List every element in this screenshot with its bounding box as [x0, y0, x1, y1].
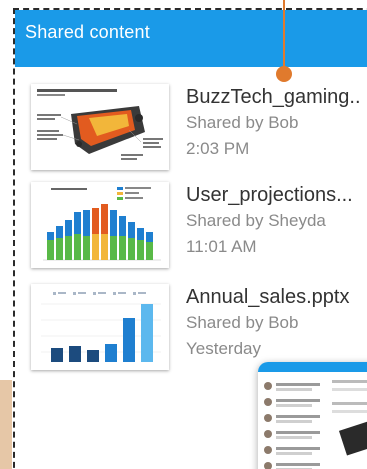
shared-by: Shared by Sheyda	[186, 211, 326, 230]
annual-sales-chart-thumbnail	[31, 284, 169, 370]
callout-dot	[276, 66, 292, 82]
phone-preview-row	[264, 444, 324, 458]
shared-time: 11:01 AM	[186, 237, 257, 256]
file-meta: BuzzTech_gaming.. Shared by Bob 2:03 PM	[186, 82, 367, 162]
file-thumbnail	[31, 284, 169, 370]
shared-time: Yesterday	[186, 339, 261, 358]
file-meta: User_projections... Shared by Sheyda 11:…	[186, 180, 367, 260]
phone-preview-header	[258, 362, 367, 372]
phone-preview-text	[332, 380, 367, 383]
callout-line	[283, 0, 285, 70]
shared-file-item[interactable]: BuzzTech_gaming.. Shared by Bob 2:03 PM	[15, 82, 367, 178]
phone-preview-row	[264, 412, 324, 426]
phone-preview-row	[264, 460, 324, 469]
file-name: User_projections...	[186, 184, 353, 206]
file-name: BuzzTech_gaming..	[186, 86, 361, 108]
file-thumbnail	[31, 182, 169, 268]
file-meta: Annual_sales.pptx Shared by Bob Yesterda…	[186, 282, 367, 362]
phone-preview-image	[258, 362, 367, 469]
file-name: Annual_sales.pptx	[186, 286, 350, 308]
phone-preview-text	[332, 410, 367, 413]
shared-by: Shared by Bob	[186, 313, 299, 332]
projected-users-chart-thumbnail	[31, 182, 169, 268]
phone-preview-row	[264, 396, 324, 410]
gaming-device-thumbnail	[31, 84, 169, 170]
shared-file-item[interactable]: User_projections... Shared by Sheyda 11:…	[15, 180, 367, 276]
shared-time: 2:03 PM	[186, 139, 250, 158]
phone-preview-text	[332, 402, 367, 405]
phone-preview-image-block	[338, 418, 367, 456]
file-thumbnail	[31, 84, 169, 170]
phone-preview-row	[264, 428, 324, 442]
left-edge-strip	[0, 380, 12, 469]
phone-preview-row	[264, 380, 324, 394]
shared-by: Shared by Bob	[186, 113, 299, 132]
shared-content-screen: Shared content BuzzTech_gaming.. Shared …	[0, 0, 367, 469]
phone-preview-text	[332, 388, 367, 391]
